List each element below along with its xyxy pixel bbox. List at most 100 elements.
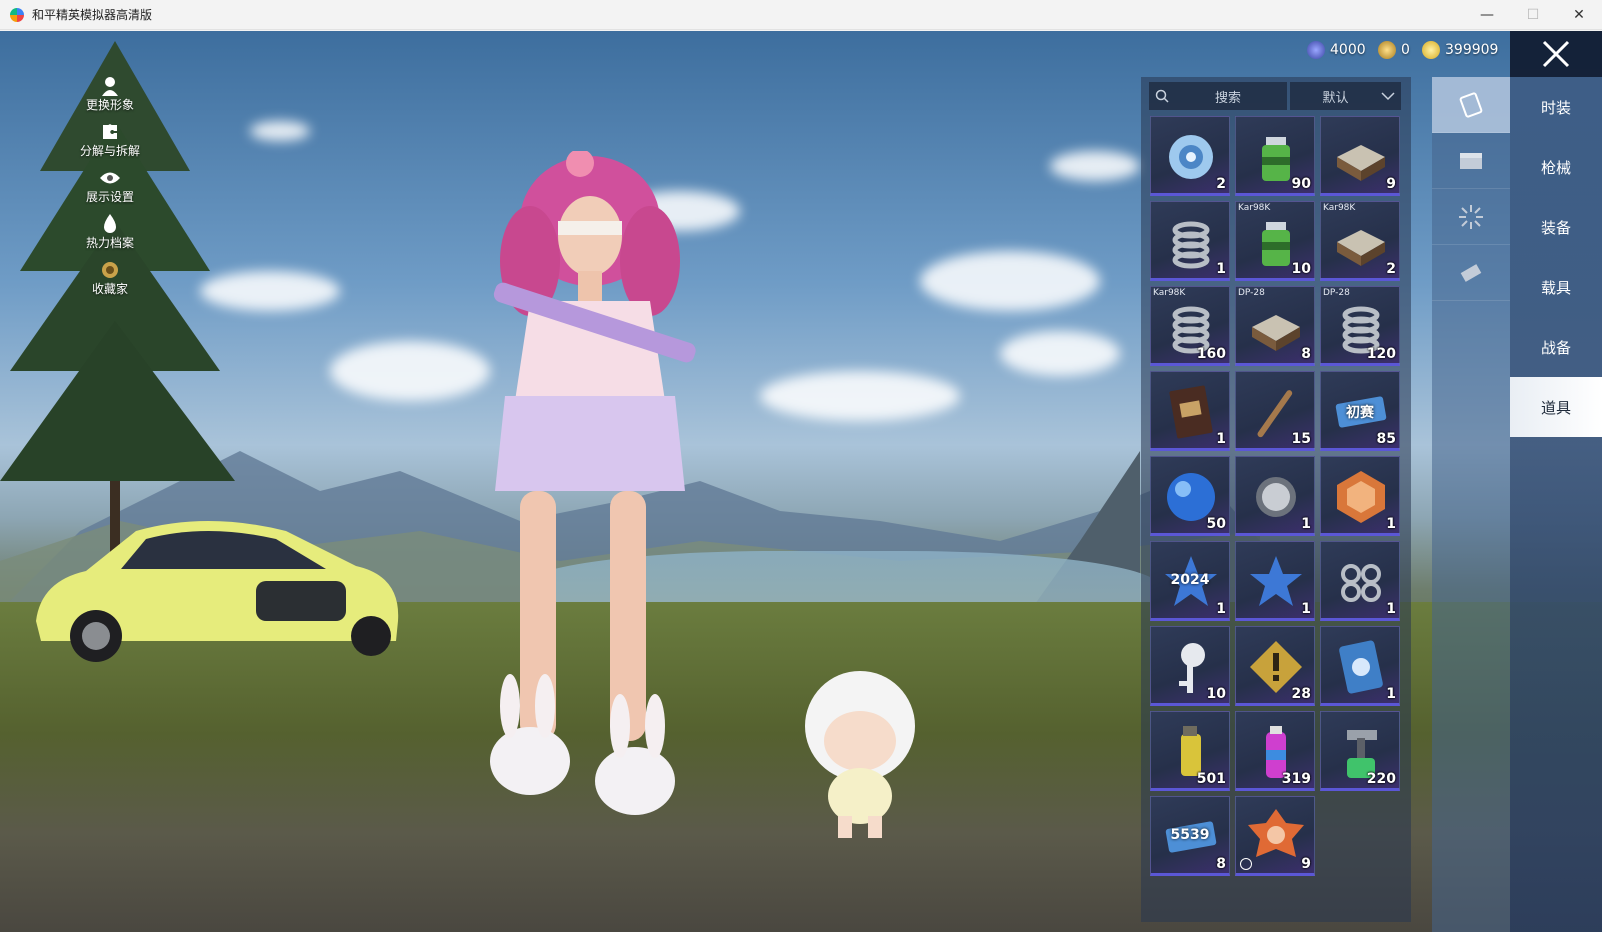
category-tab-equipment[interactable]: 装备 [1510, 197, 1602, 257]
cloud [1000, 331, 1120, 376]
item-count: 8 [1216, 856, 1226, 872]
close-window-button[interactable]: ✕ [1556, 0, 1602, 30]
category-tab-vehicles[interactable]: 载具 [1510, 257, 1602, 317]
minimize-button[interactable]: — [1464, 0, 1510, 30]
inventory-slot[interactable]: 5539 8 [1150, 796, 1230, 876]
id-book-icon [1169, 385, 1213, 439]
inventory-slot[interactable]: Kar98K 160 [1150, 286, 1230, 366]
game-scene: 更换形象 分解与拆解 展示设置 热力档案 收藏家 4000 0 399909 时… [0, 31, 1602, 932]
item-count: 15 [1291, 431, 1311, 447]
item-count: 2 [1386, 261, 1396, 277]
menu-label: 更换形象 [85, 98, 134, 112]
collector-badge-icon [99, 260, 121, 280]
collector-button[interactable]: 收藏家 [70, 260, 150, 306]
item-count: 10 [1291, 261, 1311, 277]
item-weapon-tag: DP-28 [1323, 288, 1350, 298]
decompose-button[interactable]: 分解与拆解 [70, 122, 150, 168]
item-count: 220 [1366, 771, 1396, 787]
inventory-slot[interactable]: DP-28 8 [1235, 286, 1315, 366]
inventory-slot[interactable]: 50 [1150, 456, 1230, 536]
yellow-sports-car [36, 521, 399, 662]
medal-icon [1337, 471, 1385, 523]
puzzle-icon [99, 122, 121, 142]
currency-emblem[interactable]: 0 [1378, 41, 1410, 59]
item-count: 85 [1376, 431, 1396, 447]
badge-icon [1248, 809, 1304, 857]
person-icon [99, 76, 121, 96]
inventory-slot[interactable]: 1 [1150, 371, 1230, 451]
item-weapon-tag: Kar98K [1153, 288, 1186, 298]
item-count: 1 [1386, 601, 1396, 617]
heat-profile-button[interactable]: 热力档案 [70, 214, 150, 260]
inventory-slot[interactable]: Kar98K 10 [1235, 201, 1315, 281]
sub-tab-chest[interactable] [1432, 133, 1510, 189]
currency-value: 399909 [1445, 42, 1499, 58]
item-count: 28 [1291, 686, 1311, 702]
item-count: 1 [1386, 686, 1396, 702]
sort-dropdown[interactable]: 默认 [1290, 82, 1401, 110]
inventory-slot[interactable]: 1 [1235, 456, 1315, 536]
menu-label: 收藏家 [91, 282, 128, 296]
item-weapon-tag: Kar98K [1323, 203, 1356, 213]
card-icon [1459, 91, 1483, 118]
parts-icon [1341, 564, 1381, 602]
ticket-icon [1460, 263, 1482, 282]
eye-icon [99, 168, 121, 188]
sort-label: 默认 [1322, 90, 1349, 106]
close-panel-button[interactable] [1510, 31, 1602, 77]
change-appearance-button[interactable]: 更换形象 [70, 76, 150, 122]
app-logo-icon [10, 7, 24, 22]
chest-icon [1460, 152, 1482, 169]
display-settings-button[interactable]: 展示设置 [70, 168, 150, 214]
currency-coin[interactable]: 399909 [1422, 41, 1498, 59]
inventory-slot[interactable]: Kar98K 2 [1320, 201, 1400, 281]
inventory-slot[interactable]: 501 [1150, 711, 1230, 791]
inventory-slot[interactable]: 319 [1235, 711, 1315, 791]
inventory-slot[interactable]: 9 [1320, 116, 1400, 196]
item-count: 9 [1386, 176, 1396, 192]
clock-icon [1240, 858, 1252, 870]
inventory-slot[interactable]: 1 [1320, 541, 1400, 621]
category-tab-fashion[interactable]: 时装 [1510, 77, 1602, 137]
item-count: 1 [1301, 601, 1311, 617]
currency-globe[interactable]: 4000 [1307, 41, 1366, 59]
item-overlay-text: 5539 [1170, 827, 1210, 843]
star-icon [1250, 556, 1302, 606]
inventory-slot[interactable]: 初赛 85 [1320, 371, 1400, 451]
inventory-slot[interactable]: DP-28 120 [1320, 286, 1400, 366]
category-tab-battle-prep[interactable]: 战备 [1510, 317, 1602, 377]
inventory-slot[interactable]: 9 [1235, 796, 1315, 876]
sub-tab-ticket[interactable] [1432, 245, 1510, 301]
search-input[interactable]: 搜索 [1149, 82, 1287, 110]
search-placeholder: 搜索 [1214, 90, 1241, 106]
item-count: 1 [1301, 516, 1311, 532]
item-count: 9 [1301, 856, 1311, 872]
item-overlay-text: 2024 [1170, 572, 1210, 588]
sub-tab-card[interactable] [1432, 77, 1510, 133]
inventory-slot[interactable]: 90 [1235, 116, 1315, 196]
category-tab-items[interactable]: 道具 [1510, 377, 1602, 437]
window-controls: — ☐ ✕ [1464, 0, 1602, 30]
inventory-slot[interactable]: 2 [1150, 116, 1230, 196]
chevron-down-icon [1381, 92, 1395, 101]
inventory-slot[interactable]: 1 [1320, 456, 1400, 536]
item-weapon-tag: Kar98K [1238, 203, 1271, 213]
cloud [250, 121, 310, 141]
inventory-slot[interactable]: 1 [1235, 541, 1315, 621]
category-tab-weapons[interactable]: 枪械 [1510, 137, 1602, 197]
spring-icon [1172, 221, 1210, 269]
inventory-slot[interactable]: 2024 1 [1150, 541, 1230, 621]
category-panel: 时装 枪械 装备 载具 战备 道具 [1510, 77, 1602, 932]
inventory-slot[interactable]: 28 [1235, 626, 1315, 706]
inventory-slot[interactable]: 15 [1235, 371, 1315, 451]
inventory-slot[interactable]: 10 [1150, 626, 1230, 706]
sub-tab-firework[interactable] [1432, 189, 1510, 245]
maximize-button[interactable]: ☐ [1510, 0, 1556, 30]
inventory-slot[interactable]: 220 [1320, 711, 1400, 791]
inventory-panel: 搜索 默认 2 90 9 1 Kar98K 10 Kar98K 2 Kar98K 160 DP-28… [1141, 77, 1411, 922]
item-count: 1 [1216, 261, 1226, 277]
inventory-slot[interactable]: 1 [1150, 201, 1230, 281]
item-count: 2 [1216, 176, 1226, 192]
inventory-slot[interactable]: 1 [1320, 626, 1400, 706]
sheep-mascot [805, 671, 915, 838]
